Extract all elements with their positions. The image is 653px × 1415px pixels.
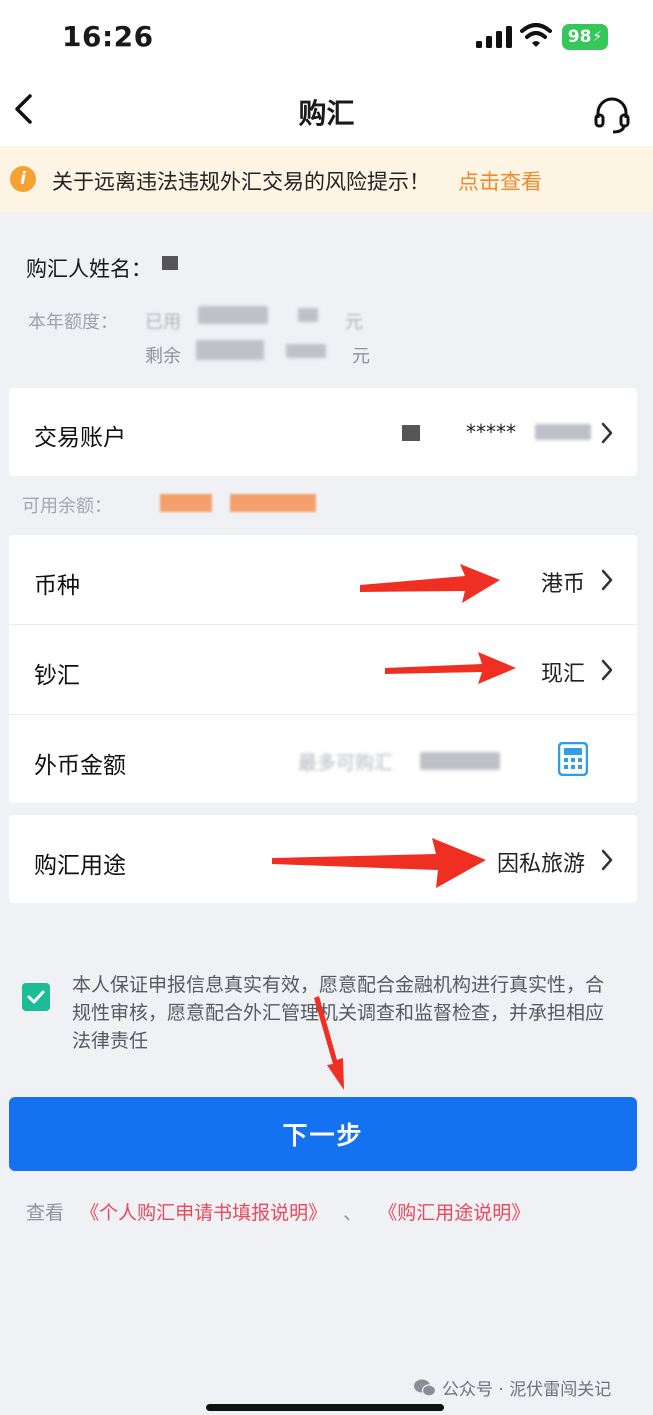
battery-icon: 98 ⚡ [562,24,608,50]
wechat-icon [414,1379,436,1397]
risk-notice-link[interactable]: 点击查看 [458,166,542,196]
signal-icon [476,26,512,48]
chevron-right-icon [601,849,613,871]
battery-level: 98 [567,27,592,47]
quota-remain-unit: 元 [352,346,370,367]
footer-prefix: 查看 [26,1202,65,1224]
amount-input[interactable]: 最多可购汇 [298,748,393,775]
quota-used-redacted [198,306,268,324]
calculator-icon[interactable] [558,742,588,776]
declaration-checkbox[interactable] [22,983,50,1011]
next-step-button[interactable]: 下一步 [9,1097,637,1171]
cash-type-label: 钞汇 [34,663,80,689]
wifi-icon [520,23,552,47]
amount-label: 外币金额 [34,753,126,779]
chevron-right-icon [601,422,613,444]
footer-separator: 、 [343,1202,363,1224]
quota-used-redacted-2 [298,308,318,322]
info-icon: i [10,166,36,192]
account-number-tail-redacted [535,424,591,440]
account-number: ***** [466,420,516,444]
charging-bolt-icon: ⚡ [592,29,603,45]
balance-redacted [160,494,212,512]
watermark: 公众号 · 泥伏雷闯关记 [414,1375,611,1400]
purpose-label: 购汇用途 [34,853,126,879]
quota-remain-redacted-2 [286,344,326,358]
application-guide-link[interactable]: 《个人购汇申请书填报说明》 [80,1202,327,1224]
available-balance-label: 可用余额： [22,496,112,517]
declaration-text: 本人保证申报信息真实有效，愿意配合金融机构进行真实性，合规性审核，愿意配合外汇管… [72,974,605,1052]
home-indicator [206,1404,444,1411]
status-time: 16:26 [62,20,154,53]
balance-redacted-2 [230,494,316,512]
quota-used-label: 已用 [145,312,181,333]
purpose-guide-link[interactable]: 《购汇用途说明》 [378,1202,530,1224]
buyer-name-redacted [162,256,178,270]
customer-service-icon[interactable] [593,96,631,134]
annual-quota-label: 本年额度： [28,312,118,333]
currency-label: 币种 [34,573,80,599]
page-title: 购汇 [298,97,355,130]
chevron-right-icon [601,569,613,591]
divider [9,714,637,715]
watermark-text: 公众号 · 泥伏雷闯关记 [442,1380,612,1400]
cash-type-value[interactable]: 现汇 [541,656,585,688]
risk-notice-text: 关于远离违法违规外汇交易的风险提示！ [52,170,430,194]
buyer-name-label: 购汇人姓名： [26,257,152,281]
quota-used-unit: 元 [345,312,363,333]
footer-links: 查看 《个人购汇申请书填报说明》 、 《购汇用途说明》 [26,1198,530,1225]
quota-remain-label: 剩余 [145,346,181,367]
amount-limit-redacted [420,752,500,770]
divider [9,624,637,625]
account-bank-redacted [402,425,420,441]
currency-value[interactable]: 港币 [541,566,585,598]
checkmark-icon [27,990,45,1004]
purpose-value[interactable]: 因私旅游 [497,846,585,878]
chevron-right-icon [601,659,613,681]
trade-account-label: 交易账户 [34,425,126,451]
quota-remain-redacted [196,340,264,360]
